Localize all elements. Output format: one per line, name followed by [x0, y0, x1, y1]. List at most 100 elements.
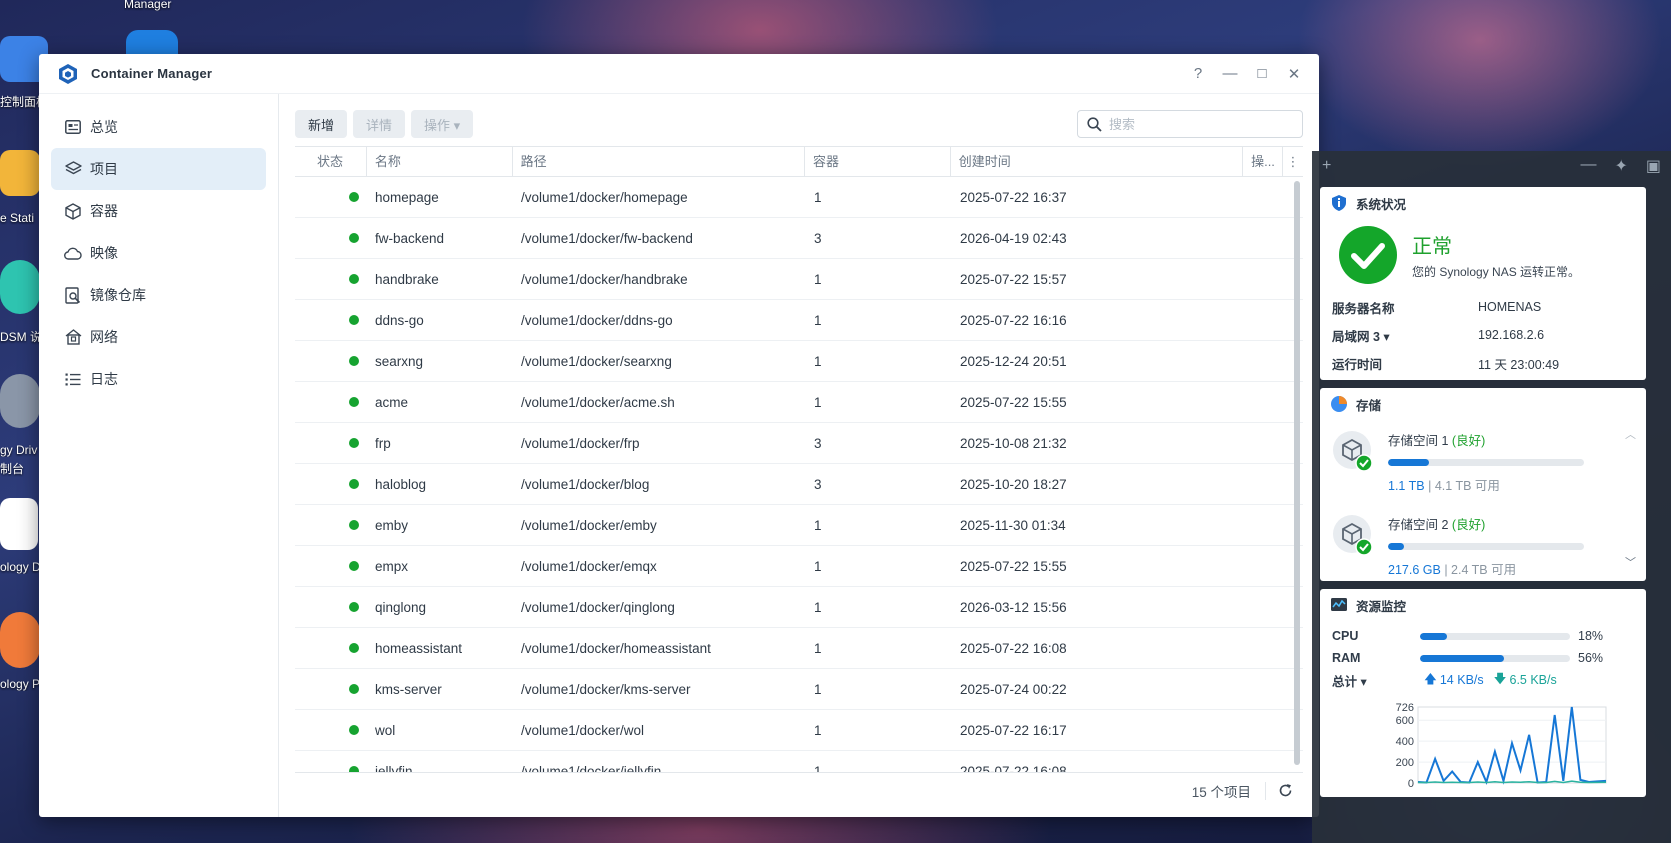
scroll-up-icon[interactable]: ︿	[1625, 426, 1636, 442]
created-time: 2025-07-22 16:08	[960, 640, 1067, 656]
create-button[interactable]: 新增	[295, 110, 348, 138]
table-row[interactable]: qinglong/volume1/docker/qinglong 1 2026-03…	[295, 587, 1303, 628]
desktop-icon-label[interactable]: gy Driv	[0, 443, 40, 457]
sidebar-item-label: 总览	[90, 119, 118, 135]
status-cell	[295, 395, 367, 410]
photos-desktop-icon[interactable]	[0, 612, 40, 668]
table-row[interactable]: homeassistant/volume1/docker/homeassista…	[295, 628, 1303, 669]
sidebar-item-label: 日志	[90, 371, 118, 387]
created-time: 2026-04-19 02:43	[960, 230, 1067, 246]
desktop-icon-label[interactable]: DSM 说	[0, 328, 40, 345]
container-count: 1	[814, 353, 822, 369]
created-time: 2025-10-20 18:27	[960, 476, 1067, 492]
table-row[interactable]: emby/volume1/docker/emby 1 2025-11-30 01:3…	[295, 505, 1303, 546]
scroll-down-icon[interactable]: ﹀	[1625, 554, 1636, 570]
help-desktop-icon[interactable]	[0, 260, 40, 314]
download-series-line	[1418, 780, 1607, 784]
minimize-button[interactable]: —	[1221, 65, 1239, 83]
container-count: 3	[814, 435, 822, 451]
status-cell	[295, 231, 367, 246]
pin-icon[interactable]: ✦	[1614, 156, 1627, 176]
container-count: 3	[814, 230, 822, 246]
volume-used: 1.1 TB	[1388, 479, 1425, 493]
table-row[interactable]: frp/volume1/docker/frp 3 2025-10-08 21:32	[295, 423, 1303, 464]
server-name-key: 服务器名称	[1332, 301, 1395, 316]
container-manager-logo-icon	[59, 63, 77, 84]
table-row[interactable]: searxng/volume1/docker/searxng 1 2025-12-2…	[295, 341, 1303, 382]
details-button[interactable]: 详情	[353, 110, 406, 138]
download-arrow-icon: 🡇	[1493, 671, 1507, 686]
desktop-icon-label[interactable]: e Stati	[0, 211, 40, 225]
search-icon	[1087, 116, 1102, 132]
table-row[interactable]: ddns-go/volume1/docker/ddns-go 1 2025-07-2…	[295, 300, 1303, 341]
file-station-desktop-icon[interactable]	[0, 150, 40, 196]
created-time: 2025-07-22 16:16	[960, 312, 1067, 328]
search-box[interactable]	[1077, 110, 1303, 138]
widget-panel: + — ✦ ▣ 系统状况 正常 您的 Synology NAS 运转正常。 服务…	[1312, 151, 1671, 843]
project-name: jellyfin	[375, 763, 413, 773]
container-count: 1	[814, 271, 822, 287]
sidebar-item-overview[interactable]: 总览	[51, 106, 266, 148]
project-path: /volume1/docker/jellyfin	[521, 763, 662, 773]
table-row[interactable]: wol/volume1/docker/wol 1 2025-07-22 16:17	[295, 710, 1303, 751]
table-row[interactable]: homepage/volume1/docker/homepage 1 2025-07…	[295, 177, 1303, 218]
status-cell	[295, 354, 367, 369]
project-name: homeassistant	[375, 640, 463, 656]
uptime-key: 运行时间	[1332, 357, 1383, 372]
table-row[interactable]: haloblog/volume1/docker/blog 3 2025-10-20 …	[295, 464, 1303, 505]
lan-dropdown[interactable]: 局域网 3 ▾	[1332, 326, 1478, 345]
table-row[interactable]: kms-server/volume1/docker/kms-server 1 202…	[295, 669, 1303, 710]
close-button[interactable]: ✕	[1285, 65, 1303, 83]
registry-search-icon	[64, 286, 82, 304]
running-status-dot	[349, 683, 359, 694]
container-manager-window: Container Manager ? — □ ✕ 总览 项目 容器 映像 镜像…	[39, 54, 1319, 817]
column-header-created[interactable]: 创建时间	[951, 146, 1244, 177]
drive-desktop-icon[interactable]	[0, 374, 40, 428]
network-total-dropdown[interactable]: 总计 ▾	[1332, 671, 1424, 690]
sidebar-item-log[interactable]: 日志	[51, 358, 266, 400]
column-menu-icon[interactable]: ⋮	[1283, 154, 1303, 170]
desktop-icon-label[interactable]: ology P	[0, 677, 40, 691]
sidebar-item-project[interactable]: 项目	[51, 148, 266, 190]
table-row[interactable]: fw-backend/volume1/docker/fw-backend 3 202…	[295, 218, 1303, 259]
table-row[interactable]: handbrake/volume1/docker/handbrake 1 2025-…	[295, 259, 1303, 300]
search-input[interactable]	[1109, 116, 1279, 132]
container-count: 1	[814, 599, 822, 615]
sidebar-item-image[interactable]: 映像	[51, 232, 266, 274]
action-dropdown-button[interactable]: 操作 ▾	[411, 110, 474, 138]
desktop-icon-label[interactable]: ology D	[0, 560, 40, 574]
maximize-button[interactable]: □	[1253, 65, 1271, 83]
active-backup-desktop-icon[interactable]	[0, 498, 38, 550]
column-header-op[interactable]: 操...	[1243, 146, 1284, 177]
desktop-icon-label[interactable]: 控制面板	[0, 93, 40, 110]
running-status-dot	[349, 765, 359, 772]
table-row[interactable]: empx/volume1/docker/emqx 1 2025-07-22 15:5…	[295, 546, 1303, 587]
column-header-count[interactable]: 容器	[805, 146, 951, 177]
refresh-icon[interactable]	[1278, 783, 1293, 798]
running-status-dot	[349, 273, 359, 284]
cpu-label: CPU	[1332, 629, 1359, 643]
created-time: 2025-07-24 00:22	[960, 681, 1067, 697]
table-body[interactable]: homepage/volume1/docker/homepage 1 2025-07…	[295, 177, 1303, 772]
window-titlebar[interactable]: Container Manager ? — □ ✕	[39, 54, 1319, 94]
vertical-scrollbar[interactable]	[1294, 181, 1300, 765]
desktop-icon-label[interactable]: 制台	[0, 460, 40, 477]
desktop-icon-label[interactable]: Manager	[124, 0, 194, 11]
project-name: qinglong	[375, 599, 427, 615]
table-row[interactable]: jellyfin/volume1/docker/jellyfin 1 2025-07…	[295, 751, 1303, 772]
add-widget-icon[interactable]: +	[1322, 157, 1331, 175]
sidebar-item-network[interactable]: 网络	[51, 316, 266, 358]
column-header-name[interactable]: 名称	[367, 146, 513, 177]
project-icon	[64, 160, 82, 178]
collapse-widget-icon[interactable]: —	[1580, 156, 1596, 176]
help-button[interactable]: ?	[1189, 65, 1207, 83]
sidebar-item-container[interactable]: 容器	[51, 190, 266, 232]
volume-item: 存储空间 2 (良好) 217.6 GB | 2.4 TB 可用	[1320, 494, 1646, 578]
widget-layout-icon[interactable]: ▣	[1646, 156, 1661, 176]
column-header-status[interactable]: 状态	[295, 146, 367, 177]
project-path: /volume1/docker/handbrake	[521, 271, 688, 287]
sidebar-item-registry[interactable]: 镜像仓库	[51, 274, 266, 316]
table-row[interactable]: acme/volume1/docker/acme.sh 1 2025-07-22 1…	[295, 382, 1303, 423]
column-header-path[interactable]: 路径	[513, 146, 805, 177]
project-path: /volume1/docker/searxng	[521, 353, 672, 369]
